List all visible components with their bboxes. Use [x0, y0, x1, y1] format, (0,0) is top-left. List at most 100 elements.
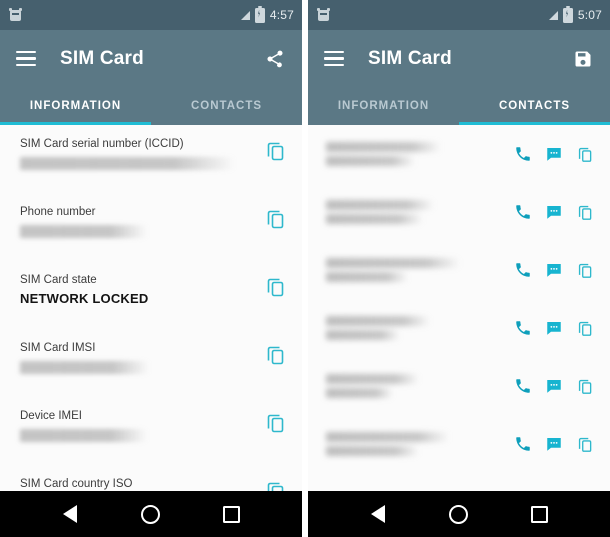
copy-icon[interactable] [264, 207, 288, 231]
tab-information[interactable]: INFORMATION [308, 87, 459, 125]
info-row[interactable]: Device IMEI [0, 397, 302, 465]
info-row[interactable]: SIM Card serial number (ICCID) [0, 125, 302, 193]
info-row[interactable]: SIM Card IMSI [0, 329, 302, 397]
contact-number-redacted [326, 446, 419, 456]
status-bar: 4:57 [0, 0, 302, 30]
app-toolbar: SIM Card [0, 30, 302, 87]
status-bar-right: 5:07 [548, 5, 602, 23]
message-icon[interactable] [543, 375, 565, 397]
copy-icon[interactable] [264, 411, 288, 435]
contact-name-redacted [326, 200, 434, 210]
tab-contacts-label: CONTACTS [190, 100, 263, 112]
contact-details [326, 142, 512, 166]
app-notification-icon [9, 7, 21, 21]
info-row-label: SIM Card country ISO [20, 478, 133, 490]
info-row-value-redacted [20, 361, 150, 374]
status-bar-clock: 5:07 [577, 8, 602, 22]
contact-name-redacted [326, 258, 460, 268]
app-notification-icon [317, 7, 329, 21]
page-title: SIM Card [368, 47, 452, 69]
app-toolbar: SIM Card [308, 30, 610, 87]
hamburger-menu-icon[interactable] [16, 51, 36, 66]
copy-icon[interactable] [264, 343, 288, 367]
copy-icon[interactable] [574, 317, 596, 339]
contact-details [326, 374, 512, 398]
tab-contacts-label: CONTACTS [498, 100, 571, 112]
information-list: SIM Card serial number (ICCID) Phone num… [0, 125, 302, 491]
android-navigation-bar [0, 491, 302, 537]
contact-list-item[interactable] [308, 241, 610, 299]
contact-name-redacted [326, 432, 449, 442]
call-icon[interactable] [512, 375, 534, 397]
copy-icon[interactable] [264, 139, 288, 163]
home-icon[interactable] [442, 497, 476, 531]
recents-icon[interactable] [523, 497, 557, 531]
copy-icon[interactable] [574, 143, 596, 165]
contact-number-redacted [326, 272, 408, 282]
battery-icon [562, 5, 573, 23]
contact-actions [512, 433, 596, 455]
contact-list-item[interactable] [308, 299, 610, 357]
contact-details [326, 200, 512, 224]
contact-number-redacted [326, 388, 393, 398]
share-icon[interactable] [262, 46, 288, 72]
contact-number-redacted [326, 330, 401, 340]
info-row-label: SIM Card state [20, 274, 97, 286]
info-row[interactable]: Phone number [0, 193, 302, 261]
message-icon[interactable] [543, 317, 565, 339]
signal-icon [240, 10, 250, 20]
copy-icon[interactable] [264, 275, 288, 299]
info-row-text: SIM Card state NETWORK LOCKED [20, 273, 264, 308]
contact-list-item[interactable] [308, 415, 610, 473]
message-icon[interactable] [543, 433, 565, 455]
contact-list-item[interactable] [308, 357, 610, 415]
status-bar-left [9, 7, 241, 21]
info-row[interactable]: SIM Card state NETWORK LOCKED [0, 261, 302, 329]
status-bar-clock: 4:57 [269, 8, 294, 22]
contact-list-item[interactable] [308, 125, 610, 183]
tab-bar: INFORMATION CONTACTS [0, 87, 302, 125]
status-bar: 5:07 [308, 0, 610, 30]
message-icon[interactable] [543, 201, 565, 223]
info-row[interactable]: SIM Card country ISO [0, 465, 302, 491]
call-icon[interactable] [512, 433, 534, 455]
message-icon[interactable] [543, 143, 565, 165]
save-icon[interactable] [570, 46, 596, 72]
tab-contacts[interactable]: CONTACTS [459, 87, 610, 125]
contact-list-item[interactable] [308, 183, 610, 241]
phone-screen-contacts: 5:07 SIM Card INFORMATION CONTACTS [308, 0, 610, 537]
info-row-text: SIM Card country ISO [20, 477, 264, 491]
info-row-label: SIM Card serial number (ICCID) [20, 138, 184, 150]
copy-icon[interactable] [574, 259, 596, 281]
contact-actions [512, 375, 596, 397]
info-row-label: Device IMEI [20, 410, 82, 422]
back-icon[interactable] [361, 497, 395, 531]
copy-icon[interactable] [264, 479, 288, 491]
copy-icon[interactable] [574, 433, 596, 455]
phone-screen-information: 4:57 SIM Card INFORMATION CONTACTS SIM C… [0, 0, 302, 537]
contact-actions [512, 143, 596, 165]
message-icon[interactable] [543, 259, 565, 281]
hamburger-menu-icon[interactable] [324, 51, 344, 66]
copy-icon[interactable] [574, 201, 596, 223]
tab-information-label: INFORMATION [29, 100, 122, 112]
tab-bar: INFORMATION CONTACTS [308, 87, 610, 125]
contact-actions [512, 201, 596, 223]
home-icon[interactable] [134, 497, 168, 531]
recents-icon[interactable] [215, 497, 249, 531]
info-row-text: SIM Card serial number (ICCID) [20, 137, 264, 170]
copy-icon[interactable] [574, 375, 596, 397]
contact-details [326, 258, 512, 282]
call-icon[interactable] [512, 317, 534, 339]
tab-contacts[interactable]: CONTACTS [151, 87, 302, 125]
call-icon[interactable] [512, 259, 534, 281]
contact-name-redacted [326, 316, 431, 326]
info-row-value: NETWORK LOCKED [20, 291, 149, 306]
call-icon[interactable] [512, 201, 534, 223]
page-title: SIM Card [60, 47, 144, 69]
signal-icon [548, 10, 558, 20]
back-icon[interactable] [53, 497, 87, 531]
tab-information-label: INFORMATION [337, 100, 430, 112]
tab-information[interactable]: INFORMATION [0, 87, 151, 125]
call-icon[interactable] [512, 143, 534, 165]
